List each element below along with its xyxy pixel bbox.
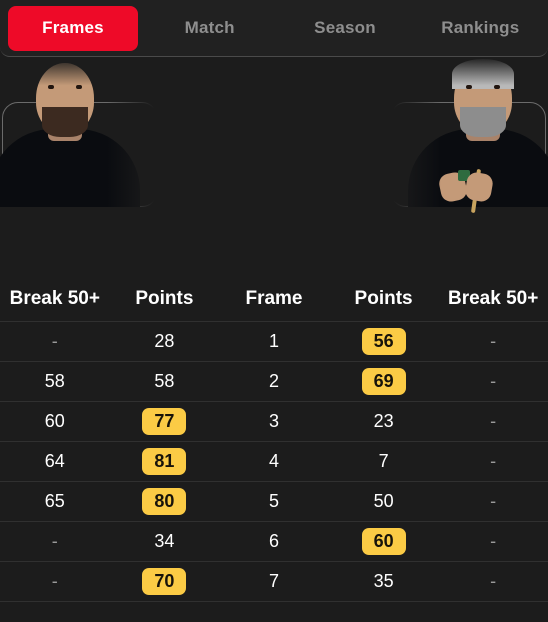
cell-left-break: 60 xyxy=(44,411,65,431)
column-header: Break 50+ xyxy=(9,287,100,309)
table-row: 64 81 4 7 - xyxy=(0,442,548,482)
cell-right-points: 50 xyxy=(373,491,394,511)
cell-frame: 5 xyxy=(268,491,279,511)
cell-right-points: 56 xyxy=(329,328,439,355)
table-header-row: Break 50+ Points Frame Points Break 50+ xyxy=(0,276,548,322)
tab-season[interactable]: Season xyxy=(277,6,412,51)
player-right xyxy=(388,57,548,276)
frame-winner-badge: 77 xyxy=(142,408,187,435)
frame-winner-badge: 80 xyxy=(142,488,187,515)
table-row: - 28 1 56 - xyxy=(0,322,548,362)
cell-left-points: 77 xyxy=(110,408,220,435)
player-left xyxy=(0,57,160,276)
column-header: Break 50+ xyxy=(448,287,539,309)
cell-left-points: 80 xyxy=(110,488,220,515)
frame-winner-badge: 70 xyxy=(142,568,187,595)
cell-left-points: 28 xyxy=(154,331,175,351)
column-header: Frame xyxy=(245,287,303,309)
cell-left-points: 70 xyxy=(110,568,220,595)
table-row: - 70 7 35 - xyxy=(0,562,548,602)
cell-left-break: - xyxy=(51,531,58,551)
cell-left-break: 64 xyxy=(44,451,65,471)
cell-right-points: 7 xyxy=(378,451,389,471)
cell-right-break: - xyxy=(490,411,497,431)
frame-winner-badge: 60 xyxy=(361,528,406,555)
cell-left-break: - xyxy=(51,331,58,351)
cell-left-points: 34 xyxy=(154,531,175,551)
column-header: Points xyxy=(354,287,413,309)
cell-left-break: 58 xyxy=(44,371,65,391)
cell-frame: 2 xyxy=(268,371,279,391)
player-right-photo xyxy=(388,57,548,214)
cell-frame: 7 xyxy=(268,571,279,591)
cell-frame: 4 xyxy=(268,451,279,471)
cell-right-points: 60 xyxy=(329,528,439,555)
table-row: 65 80 5 50 - xyxy=(0,482,548,522)
players-strip xyxy=(0,57,548,276)
cell-frame: 1 xyxy=(268,331,279,351)
cell-right-break: - xyxy=(490,371,497,391)
column-header: Points xyxy=(135,287,194,309)
cell-left-points: 81 xyxy=(110,448,220,475)
table-body: - 28 1 56 - 58 58 2 69 - 60 77 3 23 - 64 81 4 7 - 65 80 5 50 - - 3… xyxy=(0,322,548,602)
cell-right-break: - xyxy=(490,331,497,351)
cell-left-break: 65 xyxy=(44,491,65,511)
cell-right-break: - xyxy=(490,531,497,551)
tab-frames[interactable]: Frames xyxy=(8,5,138,51)
tab-match[interactable]: Match xyxy=(142,6,277,51)
cell-left-points: 58 xyxy=(154,371,175,391)
cell-right-break: - xyxy=(490,451,497,471)
player-left-photo xyxy=(0,57,160,207)
cell-left-break: - xyxy=(51,571,58,591)
cell-frame: 6 xyxy=(268,531,279,551)
frame-winner-badge: 81 xyxy=(142,448,187,475)
tab-bar: Frames Match Season Rankings xyxy=(0,0,548,57)
table-row: - 34 6 60 - xyxy=(0,522,548,562)
cell-right-break: - xyxy=(490,491,497,511)
table-row: 60 77 3 23 - xyxy=(0,402,548,442)
cell-frame: 3 xyxy=(268,411,279,431)
frame-winner-badge: 56 xyxy=(361,328,406,355)
cell-right-points: 69 xyxy=(329,368,439,395)
frame-winner-badge: 69 xyxy=(361,368,406,395)
tab-rankings[interactable]: Rankings xyxy=(413,6,548,51)
frames-table: Break 50+ Points Frame Points Break 50+ -28 1… xyxy=(0,276,548,602)
table-row: 58 58 2 69 - xyxy=(0,362,548,402)
cell-right-points: 23 xyxy=(373,411,394,431)
cell-right-break: - xyxy=(490,571,497,591)
cell-right-points: 35 xyxy=(373,571,394,591)
